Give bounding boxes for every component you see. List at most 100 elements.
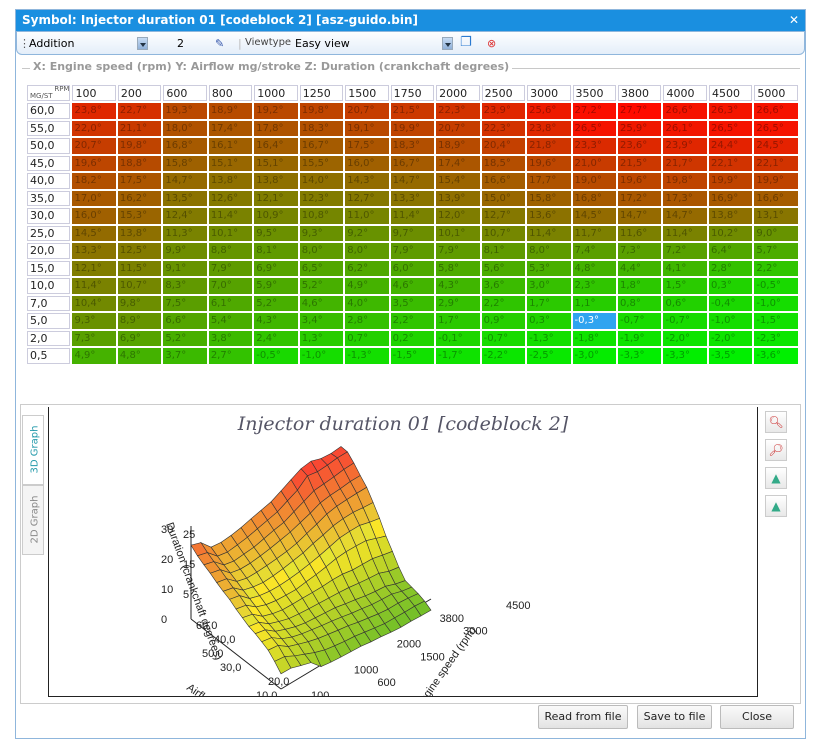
map-cell[interactable]: 16,8° — [163, 138, 207, 154]
map-cell[interactable]: 16,2° — [117, 190, 162, 206]
map-cell[interactable]: 19,9° — [754, 173, 798, 189]
map-cell[interactable]: 12,7° — [345, 190, 389, 206]
map-cell[interactable]: 15,1° — [208, 155, 253, 171]
map-cell[interactable]: 1,5° — [663, 278, 707, 294]
map-cell[interactable]: 5,2° — [254, 295, 298, 311]
map-cell[interactable]: 21,7° — [663, 155, 707, 171]
map-cell[interactable]: -0,4° — [708, 295, 753, 311]
map-cell[interactable]: 0,3° — [708, 278, 753, 294]
map-cell[interactable]: 22,3° — [436, 103, 480, 119]
map-cell[interactable]: -3,3° — [618, 348, 662, 364]
map-cell[interactable]: 16,1° — [208, 138, 253, 154]
close-view-icon[interactable]: ⊗ — [487, 37, 496, 50]
map-cell[interactable]: 8,0° — [345, 243, 389, 259]
map-cell[interactable]: 18,3° — [390, 138, 435, 154]
close-icon[interactable]: ✕ — [789, 10, 799, 31]
map-cell[interactable]: 13,6° — [527, 208, 571, 224]
map-cell[interactable]: 26,5° — [708, 120, 753, 136]
map-cell[interactable]: 10,1° — [208, 225, 253, 241]
map-cell[interactable]: 11,0° — [345, 208, 389, 224]
map-cell[interactable]: 21,0° — [572, 155, 617, 171]
map-cell[interactable]: 7,9° — [436, 243, 480, 259]
map-cell[interactable]: 18,3° — [299, 120, 344, 136]
map-cell[interactable]: 22,1° — [708, 155, 753, 171]
map-cell[interactable]: 11,4° — [390, 208, 435, 224]
map-cell[interactable]: 1,8° — [618, 278, 662, 294]
map-cell[interactable]: 18,5° — [481, 155, 526, 171]
map-cell[interactable]: 7,0° — [208, 278, 253, 294]
viewtype-select[interactable]: Easy view — [295, 37, 350, 50]
map-cell[interactable]: 22,1° — [754, 155, 798, 171]
map-cell[interactable]: -1,8° — [572, 330, 617, 346]
map-cell[interactable]: 11,4° — [527, 225, 571, 241]
map-cell[interactable]: 3,5° — [390, 295, 435, 311]
map-cell[interactable]: 0,2° — [390, 330, 435, 346]
map-cell[interactable]: -3,0° — [572, 348, 617, 364]
map-cell[interactable]: 17,8° — [254, 120, 298, 136]
map-cell[interactable]: -0,7° — [663, 313, 707, 329]
tab-3d-graph[interactable]: 3D Graph — [22, 415, 44, 485]
map-cell[interactable]: 9,3° — [72, 313, 116, 329]
map-cell[interactable]: -2,0° — [708, 330, 753, 346]
map-cell[interactable]: 2,2° — [481, 295, 526, 311]
chevron-down-icon[interactable] — [137, 37, 148, 50]
map-cell[interactable]: 0,9° — [481, 313, 526, 329]
map-cell[interactable]: 9,2° — [345, 225, 389, 241]
map-cell[interactable]: -2,2° — [481, 348, 526, 364]
map-cell[interactable]: -0,7° — [481, 330, 526, 346]
map-cell[interactable]: 0,8° — [618, 295, 662, 311]
map-cell[interactable]: -0,5° — [754, 278, 798, 294]
chevron-down-icon[interactable] — [442, 37, 453, 50]
map-cell[interactable]: 4,3° — [254, 313, 298, 329]
map-cell[interactable]: 6,2° — [345, 260, 389, 276]
map-cell[interactable]: -0,3° — [572, 313, 617, 329]
map-cell[interactable]: 16,7° — [390, 155, 435, 171]
map-cell[interactable]: -3,5° — [708, 348, 753, 364]
map-cell[interactable]: 6,4° — [708, 243, 753, 259]
tab-2d-graph[interactable]: 2D Graph — [22, 485, 44, 555]
map-cell[interactable]: 10,1° — [436, 225, 480, 241]
map-cell[interactable]: 7,9° — [208, 260, 253, 276]
map-cell[interactable]: 19,9° — [708, 173, 753, 189]
map-cell[interactable]: 19,1° — [345, 120, 389, 136]
map-cell[interactable]: -1,5° — [754, 313, 798, 329]
map-cell[interactable]: 14,0° — [299, 173, 344, 189]
map-cell[interactable]: 8,1° — [254, 243, 298, 259]
map-cell[interactable]: 15,8° — [527, 190, 571, 206]
map-cell[interactable]: 26,1° — [663, 120, 707, 136]
map-cell[interactable]: -2,3° — [754, 330, 798, 346]
map-cell[interactable]: 0,7° — [345, 330, 389, 346]
map-cell[interactable]: 21,8° — [527, 138, 571, 154]
map-cell[interactable]: 23,6° — [618, 138, 662, 154]
map-cell[interactable]: -1,3° — [527, 330, 571, 346]
mode-select[interactable]: Addition — [29, 37, 74, 50]
map-cell[interactable]: 13,8° — [208, 173, 253, 189]
map-cell[interactable]: 5,6° — [481, 260, 526, 276]
map-cell[interactable]: 2,9° — [436, 295, 480, 311]
map-cell[interactable]: 23,9° — [481, 103, 526, 119]
map-cell[interactable]: 6,1° — [208, 295, 253, 311]
close-button[interactable]: Close — [720, 705, 794, 729]
map-cell[interactable]: 4,9° — [345, 278, 389, 294]
map-cell[interactable]: 18,0° — [163, 120, 207, 136]
map-cell[interactable]: 21,1° — [117, 120, 162, 136]
map-cell[interactable]: 1,3° — [299, 330, 344, 346]
map-cell[interactable]: -3,3° — [663, 348, 707, 364]
map-cell[interactable]: 18,8° — [117, 155, 162, 171]
map-cell[interactable]: 23,8° — [527, 120, 571, 136]
map-cell[interactable]: 21,5° — [618, 155, 662, 171]
map-cell[interactable]: 11,5° — [117, 260, 162, 276]
map-cell[interactable]: 25,9° — [618, 120, 662, 136]
map-cell[interactable]: 26,6° — [663, 103, 707, 119]
map-cell[interactable]: 26,6° — [754, 103, 798, 119]
map-cell[interactable]: 2,2° — [390, 313, 435, 329]
map-cell[interactable]: 19,6° — [527, 155, 571, 171]
map-cell[interactable]: 7,2° — [663, 243, 707, 259]
window-copy-icon[interactable]: ❐ — [460, 35, 472, 50]
map-cell[interactable]: -3,6° — [754, 348, 798, 364]
map-cell[interactable]: 1,1° — [572, 295, 617, 311]
map-cell[interactable]: 10,4° — [72, 295, 116, 311]
map-cell[interactable]: 16,9° — [708, 190, 753, 206]
map-cell[interactable]: 16,7° — [299, 138, 344, 154]
zoom-in-icon[interactable]: 🔍︎ — [765, 411, 787, 433]
